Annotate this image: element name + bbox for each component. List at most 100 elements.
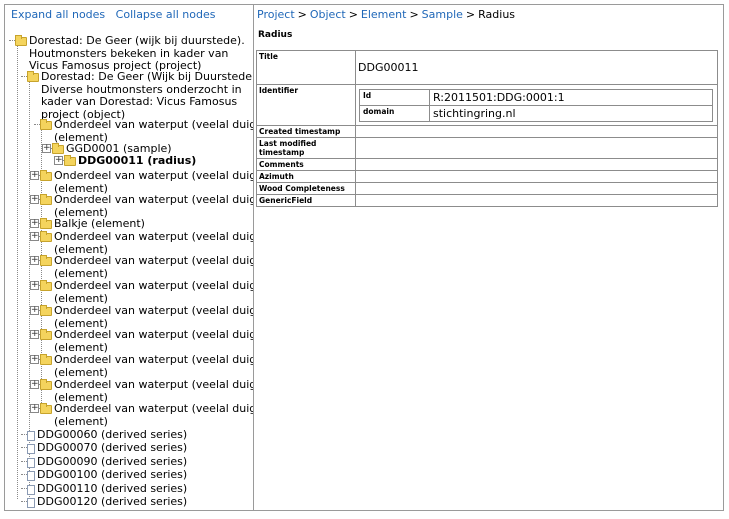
folder-icon [40,170,52,181]
expand-toggle-icon[interactable]: + [30,306,39,315]
tree-node-label-line: Onderdeel van waterput (veelal duig) [54,402,254,415]
tree-node-label[interactable]: DDG00060 (derived series) [37,428,187,442]
property-value-generic-field [355,194,718,207]
tree-node-label-line: kader van Dorestad: Vicus Famosus [41,95,238,108]
app-frame: Expand all nodes Collapse all nodes Dore… [4,4,724,511]
detail-panel: Project > Object > Element > Sample > Radius Rad… [255,5,723,510]
property-label: GenericField [256,194,356,207]
property-label: Title [256,50,356,85]
tree-node-label-line: Onderdeel van waterput (veelal duig) [54,118,254,131]
tree-node-label[interactable]: Onderdeel van waterput (veelal duig) (ele… [54,193,253,219]
folder-icon [40,119,52,130]
tree-node-label[interactable]: DDG00110 (derived series) [37,482,187,496]
property-label: Created timestamp [256,125,356,138]
expand-toggle-icon[interactable]: + [30,219,39,228]
tree-panel: Expand all nodes Collapse all nodes Dore… [5,5,254,510]
properties-table: Title DDG00011 Identifier Id R:2011501:D… [256,50,718,207]
property-row-wood-completeness: Wood Completeness [256,182,718,195]
breadcrumb-separator: > [297,8,307,21]
tree-node-label-line: Onderdeel van waterput (veelal duig) [54,279,254,292]
document-icon [27,458,35,468]
expand-toggle-icon[interactable]: + [30,195,39,204]
collapse-all-link[interactable]: Collapse all nodes [116,8,216,21]
property-label: Azimuth [256,170,356,183]
tree-node-label[interactable]: Onderdeel van waterput (veelal duig) (ele… [54,304,253,330]
identifier-domain-value: stichtingring.nl [429,105,713,122]
tree-node-label[interactable]: Balkje (element) [54,217,145,231]
breadcrumb: Project > Object > Element > Sample > Radius [257,8,515,21]
tree-node-label[interactable]: Onderdeel van waterput (veelal duig) (ele… [54,378,254,404]
document-icon [27,471,35,481]
tree-node-label[interactable]: Onderdeel van waterput (veelal duig) (ele… [54,169,254,195]
property-row-azimuth: Azimuth [256,170,718,183]
folder-icon [52,143,64,154]
tree-node-label-line: Onderdeel van waterput (veelal duig) [54,328,254,341]
expand-toggle-icon[interactable]: + [30,256,39,265]
tree-node-label-line: Onderdeel van waterput (veelal duig) [54,378,254,391]
tree-node-label[interactable]: DDG00100 (derived series) [37,468,187,482]
tree-node-label-line: Onderdeel van waterput (veelal duig) [54,254,254,267]
folder-icon [40,255,52,266]
expand-toggle-icon[interactable]: + [30,330,39,339]
tree-node-label-line: DDG00070 (derived series) [37,441,188,454]
folder-icon [15,35,27,46]
tree-node-label[interactable]: Dorestad: De Geer (wijk bij duurstede). H… [29,34,245,73]
tree-node-label[interactable]: DDG00090 (derived series) [37,455,188,469]
tree-connector [17,41,18,499]
breadcrumb-object[interactable]: Object [310,8,346,21]
expand-toggle-icon[interactable]: + [42,144,51,153]
folder-icon [40,280,52,291]
folder-icon [40,403,52,414]
breadcrumb-sample[interactable]: Sample [422,8,463,21]
document-icon [27,485,35,495]
expand-toggle-icon[interactable]: + [30,171,39,180]
tree-node-label-line: (element) [54,414,108,428]
tree-node-label[interactable]: Onderdeel van waterput (veelal duig) (ele… [54,402,254,428]
folder-icon [40,218,52,229]
folder-icon [40,379,52,390]
breadcrumb-project[interactable]: Project [257,8,295,21]
tree-node-label[interactable]: Onderdeel van waterput (veelal duig) (ele… [54,118,254,144]
tree-node-label[interactable]: Onderdeel van waterput (veelal duig) (ele… [54,328,254,354]
document-icon [27,444,35,454]
identifier-id-value: R:2011501:DDG:0001:1 [429,89,713,106]
tree-node-label[interactable]: DDG00011 (radius) [78,154,197,168]
tree-node-label[interactable]: Onderdeel van waterput (veelal duig) (ele… [54,353,254,379]
tree-node-label-line: Onderdeel van waterput (veelal duig) [54,230,254,243]
property-row-modified: Last modified timestamp [256,137,718,159]
tree-node-label[interactable]: Dorestad: De Geer (Wijk bij Duurstede) Di… [41,70,254,121]
tree-node-label[interactable]: Onderdeel van waterput (veelal duig) (ele… [54,279,254,305]
property-label: Comments [256,158,356,171]
tree-controls: Expand all nodes Collapse all nodes [11,8,222,21]
property-row-comments: Comments [256,158,718,171]
expand-toggle-icon[interactable]: + [30,380,39,389]
property-label: Identifier [256,84,356,126]
tree-node-label-line: Onderdeel van waterput (veelal duig) [54,169,254,182]
tree-node-label-line: DDG00090 (derived series) [37,455,188,468]
expand-toggle-icon[interactable]: + [30,232,39,241]
tree-node-label[interactable]: Onderdeel van waterput (veelal duig) (ele… [54,254,254,280]
folder-icon [27,71,39,82]
tree-node-label-line: Dorestad: De Geer (wijk bij duurstede). [29,34,245,47]
breadcrumb-separator: > [348,8,358,21]
expand-toggle-icon[interactable]: + [30,404,39,413]
tree-node-label-line: Dorestad: De Geer (Wijk bij Duurstede) [41,70,254,83]
tree-node-label[interactable]: DDG00070 (derived series) [37,441,188,455]
breadcrumb-element[interactable]: Element [361,8,407,21]
folder-icon [40,194,52,205]
expand-all-link[interactable]: Expand all nodes [11,8,105,21]
tree-node-label[interactable]: DDG00120 (derived series) [37,495,187,509]
tree-node-label-line: DDG00011 (radius) [78,154,197,167]
expand-toggle-icon[interactable]: + [30,281,39,290]
folder-icon [64,155,76,166]
property-row-title: Title DDG00011 [256,50,718,85]
expand-toggle-icon[interactable]: + [30,355,39,364]
tree-node-label-line: Onderdeel van waterput (veelal duig) [54,353,254,366]
property-row-created: Created timestamp [256,125,718,138]
expand-toggle-icon[interactable]: + [54,156,63,165]
property-row-generic-field: GenericField [256,194,718,207]
tree-node-label[interactable]: Onderdeel van waterput (veelal duig) (ele… [54,230,254,256]
property-value-azimuth [355,170,718,183]
property-value-wood-completeness [355,182,718,195]
property-label: Wood Completeness [256,182,356,195]
